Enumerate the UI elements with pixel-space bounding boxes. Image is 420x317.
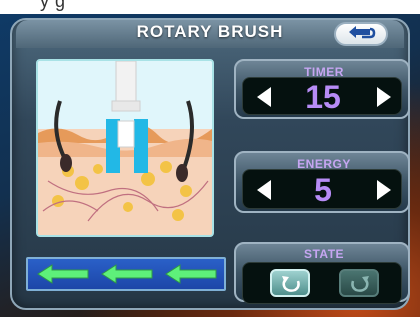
left-arrow-icon <box>165 264 217 284</box>
timer-panel: TIMER 15 <box>234 59 410 119</box>
back-button[interactable] <box>334 22 388 46</box>
energy-increase-button[interactable] <box>373 178 393 202</box>
clockwise-rotate-icon <box>351 276 369 292</box>
clockwise-rotation-button[interactable] <box>339 269 379 297</box>
rotary-brush-skin-illustration <box>36 59 214 237</box>
left-arrow-icon <box>37 264 89 284</box>
timer-decrease-button[interactable] <box>255 85 275 109</box>
state-panel: STATE <box>234 242 410 304</box>
top-cropped-text: y g <box>40 0 66 11</box>
state-label: STATE <box>303 247 345 261</box>
timer-increase-button[interactable] <box>373 85 393 109</box>
left-arrow-icon <box>101 264 153 284</box>
energy-display: 5 <box>242 169 402 209</box>
energy-panel: ENERGY 5 <box>234 151 410 213</box>
counterclockwise-rotate-icon <box>282 276 300 292</box>
energy-value: 5 <box>314 172 332 208</box>
counterclockwise-rotation-button[interactable] <box>270 269 310 297</box>
energy-decrease-button[interactable] <box>255 178 275 202</box>
state-display <box>242 262 402 304</box>
timer-value: 15 <box>305 79 341 115</box>
timer-display: 15 <box>242 77 402 115</box>
direction-arrow-strip <box>26 257 226 291</box>
